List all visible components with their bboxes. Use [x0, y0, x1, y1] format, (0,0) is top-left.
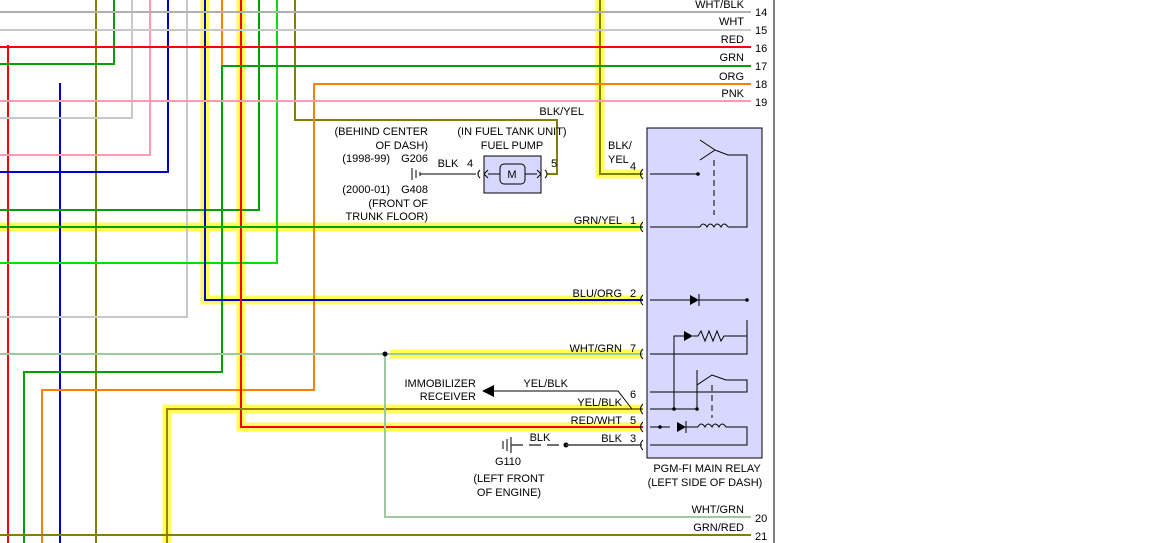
immobilizer-wire-label: YEL/BLK [523, 378, 568, 390]
fuel-pump-wire-top: BLK/YEL [539, 106, 584, 118]
ground-location: (FRONT OF [368, 198, 428, 210]
wire-label: WHT/BLK [695, 0, 745, 11]
wire-pin: 15 [755, 25, 767, 37]
fuel-pump-pin-right: 5 [551, 158, 557, 170]
immobilizer-label: IMMOBILIZER [404, 378, 476, 390]
fuel-pump-pin-left: 4 [467, 158, 473, 170]
relay-location: (LEFT SIDE OF DASH) [648, 477, 763, 489]
ground-years: (1998-99) [342, 153, 390, 165]
relay-wire-label: YEL [608, 154, 629, 166]
fuel-pump-wire-left: BLK [438, 158, 459, 170]
ground-icon [502, 437, 512, 453]
ground-icon [411, 168, 430, 180]
wire-label: PNK [721, 88, 744, 100]
arrow-left-icon [482, 385, 494, 397]
wire-pin: 16 [755, 43, 767, 55]
wire-label: WHT/GRN [691, 504, 744, 516]
left-vertical-wires [0, 0, 751, 543]
wire-pin: 18 [755, 79, 767, 91]
ground-location: OF DASH) [375, 140, 428, 152]
wire-pin: 19 [755, 97, 767, 109]
relay-name: PGM-FI MAIN RELAY [653, 463, 761, 475]
wiring-diagram: WHT/BLK 14 WHT 15 RED 16 GRN 17 ORG 18 P… [0, 0, 775, 543]
splice-dot [382, 351, 388, 357]
wire-pin: 17 [755, 61, 767, 73]
wire-label: ORG [719, 71, 744, 83]
ground-location: OF ENGINE) [477, 487, 541, 499]
relay-pin-number: 5 [630, 415, 636, 427]
relay-wire-label: BLK/ [608, 140, 633, 152]
relay-pin-labels: BLK/ YEL 4 GRN/YEL 1 BLU/ORG 2 WHT/GRN 7… [569, 140, 636, 445]
relay-wire-label: YEL/BLK [577, 397, 622, 409]
relay-pin-number: 3 [630, 433, 636, 445]
immobilizer-label: RECEIVER [420, 391, 476, 403]
ground-wire-label: BLK [530, 432, 551, 444]
wire-label: GRN/RED [693, 522, 744, 534]
ground-location: (BEHIND CENTER [334, 126, 428, 138]
relay-pin-number: 7 [630, 343, 636, 355]
pgm-fi-main-relay: PGM-FI MAIN RELAY (LEFT SIDE OF DASH) [640, 127, 763, 489]
relay-pin-number: 4 [630, 161, 636, 173]
relay-wire-label: GRN/YEL [574, 215, 622, 227]
right-wire-bundle [0, 11, 751, 536]
ground-location: TRUNK FLOOR) [346, 211, 429, 223]
ground-id: G408 [401, 184, 428, 196]
relay-wire-label: RED/WHT [571, 415, 623, 427]
motor-symbol: M [507, 169, 516, 181]
wire-label: GRN [720, 52, 745, 64]
wire-label: WHT [719, 16, 744, 28]
relay-pin-number: 2 [630, 288, 636, 300]
fuel-pump-location: (IN FUEL TANK UNIT) [457, 126, 566, 138]
wire-pin: 14 [755, 7, 767, 19]
relay-wire-label: WHT/GRN [569, 343, 622, 355]
ground-location: (LEFT FRONT [473, 473, 545, 485]
wire-label: RED [721, 34, 744, 46]
wire-pin: 20 [755, 513, 767, 525]
relay-wire-label: BLK [601, 433, 622, 445]
relay-pin-number: 6 [630, 389, 636, 401]
wire-pin: 21 [755, 531, 767, 543]
ground-g206-g408: (BEHIND CENTER OF DASH) (1998-99) G206 (… [334, 126, 430, 223]
ground-id: G206 [401, 153, 428, 165]
relay-wire-label: BLU/ORG [572, 288, 622, 300]
ground-id: G110 [495, 456, 521, 468]
relay-pin-number: 1 [630, 215, 636, 227]
fuel-pump-name: FUEL PUMP [481, 140, 544, 152]
ground-years: (2000-01) [342, 184, 390, 196]
